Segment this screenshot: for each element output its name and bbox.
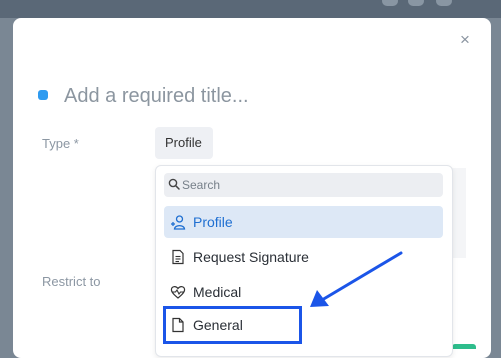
annotation-arrow-icon <box>310 251 403 307</box>
